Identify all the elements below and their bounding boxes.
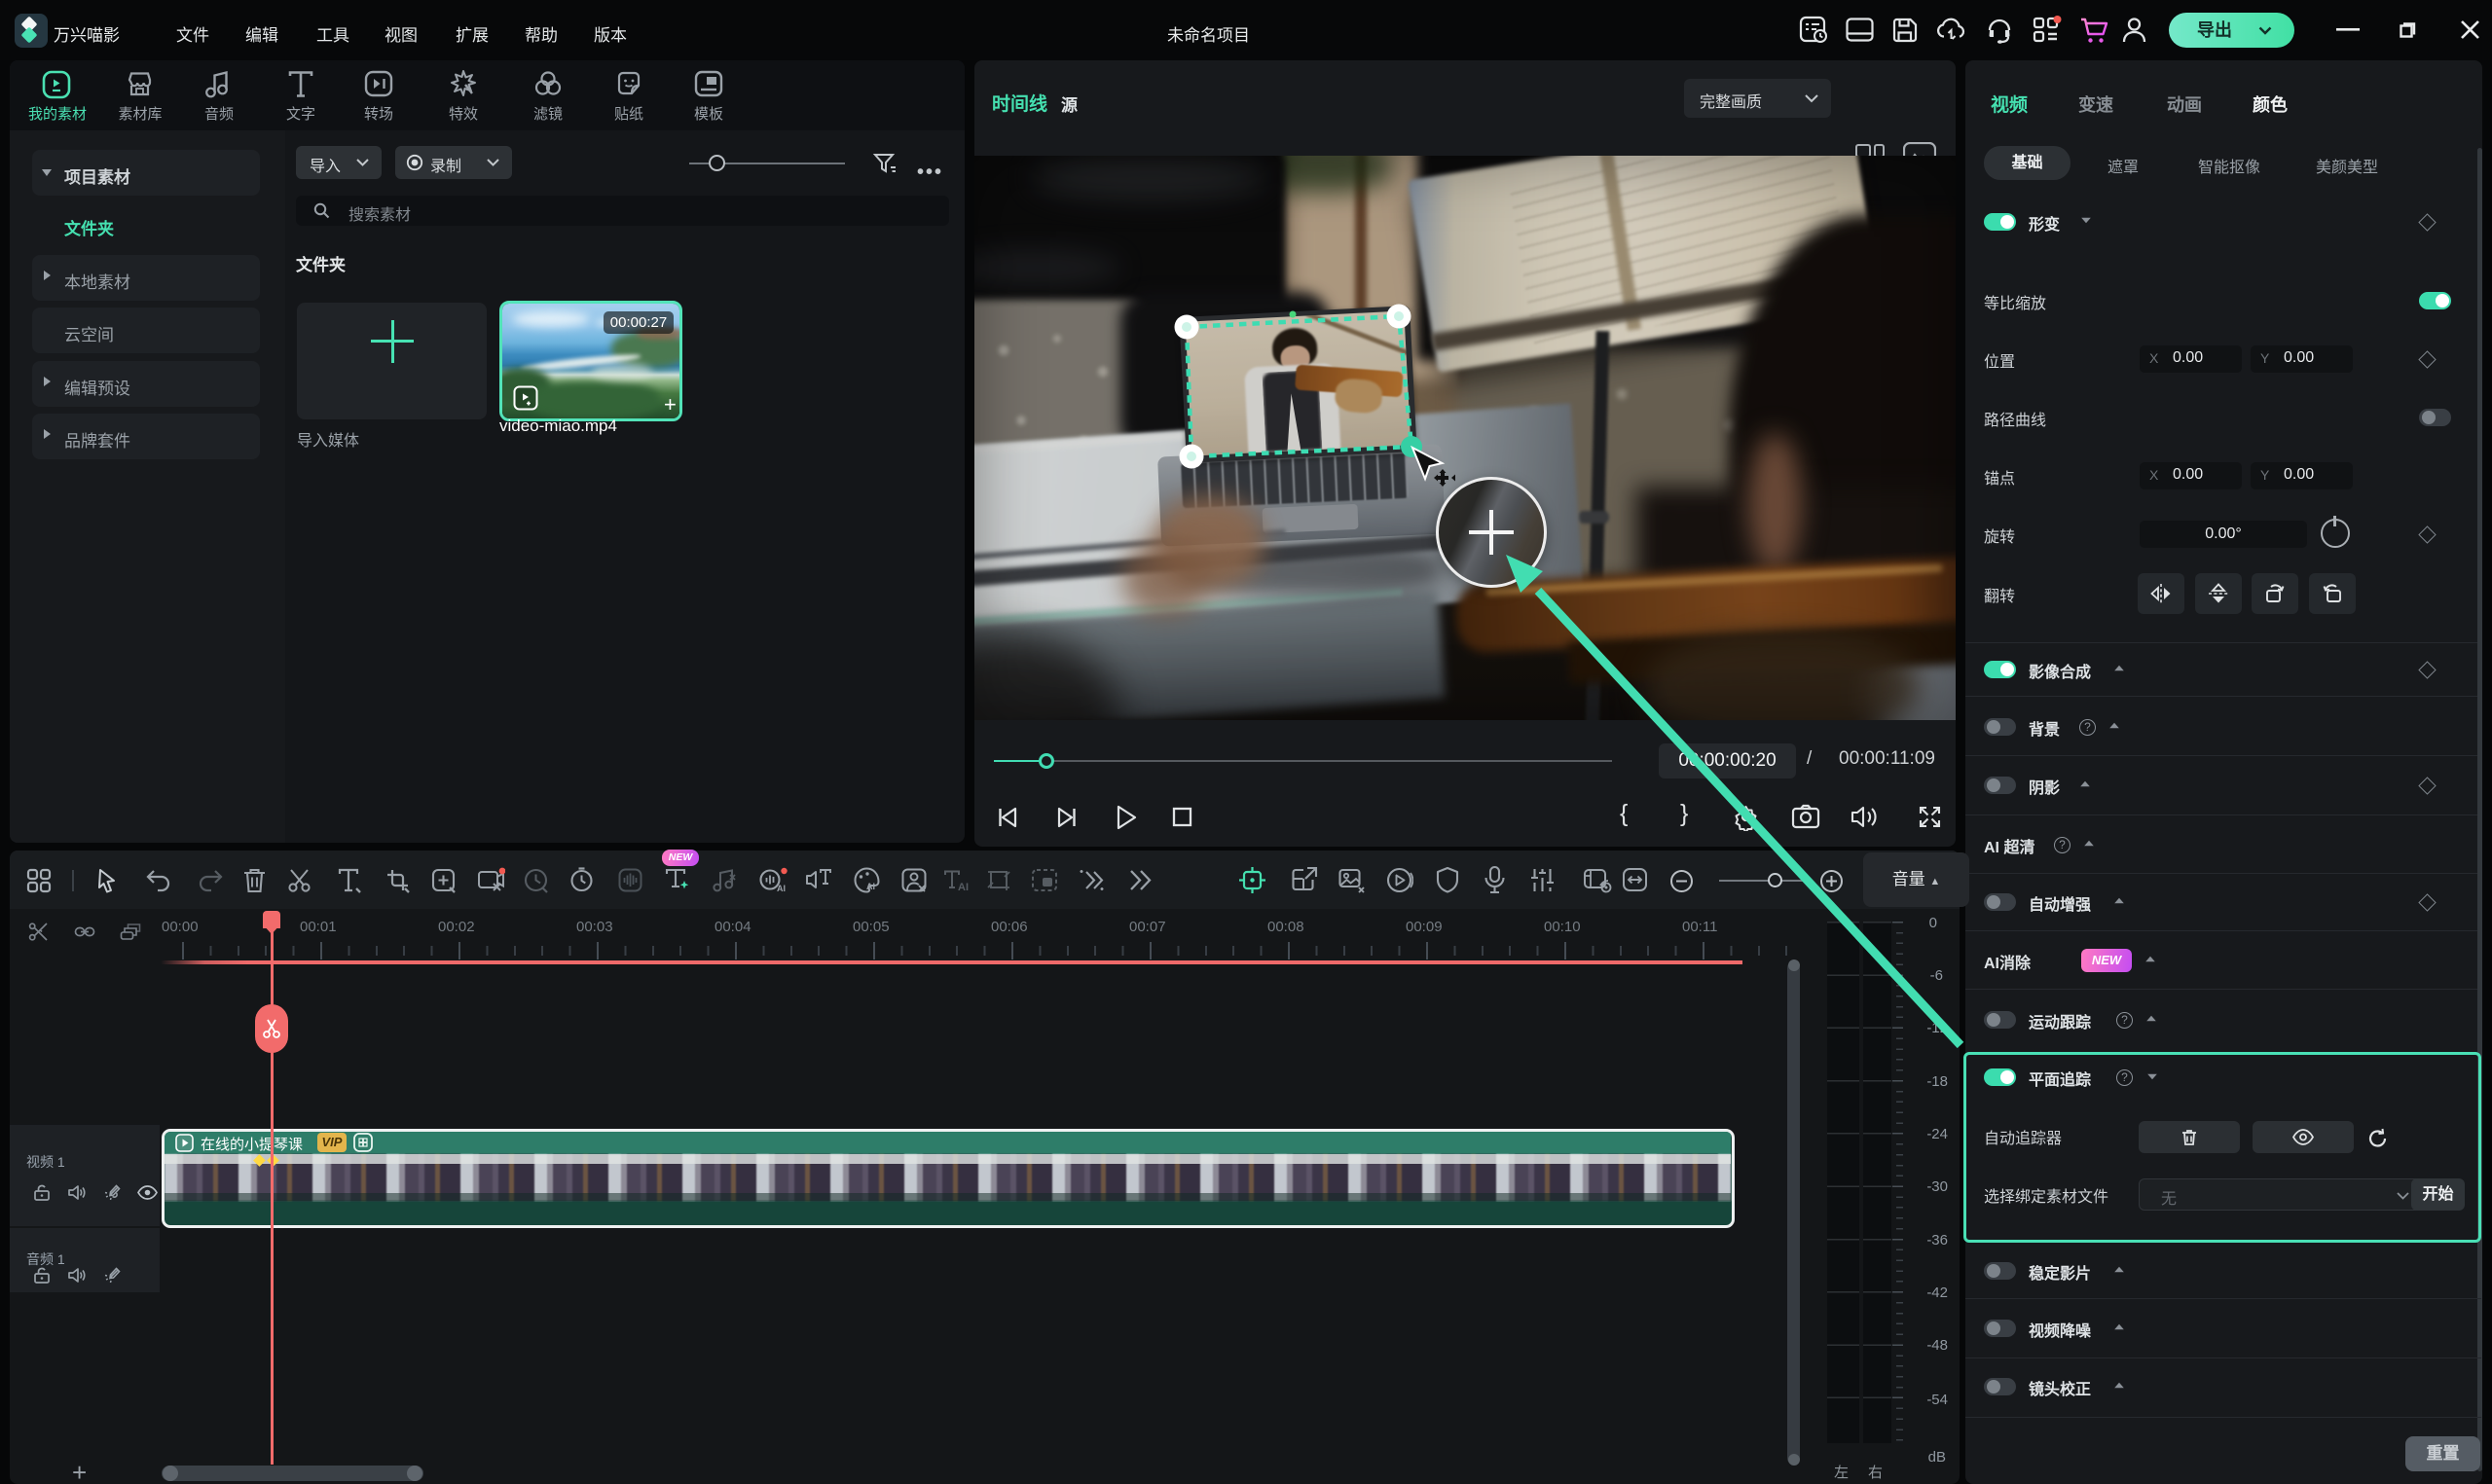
- svg-text:AI: AI: [958, 882, 969, 892]
- svg-text:AI: AI: [777, 884, 786, 893]
- svg-text:AI: AI: [866, 882, 875, 891]
